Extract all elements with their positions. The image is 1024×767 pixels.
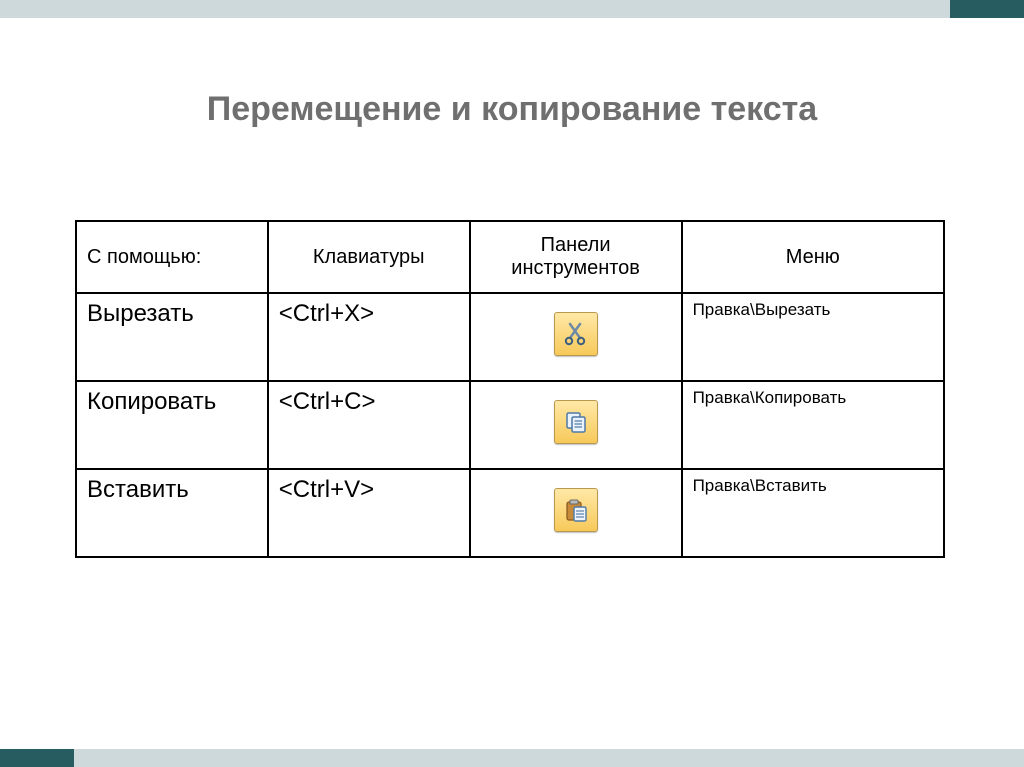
shortcuts-table: С помощью: Клавиатуры Панели инструменто… <box>75 220 945 558</box>
cut-icon <box>554 312 598 356</box>
table-row: Копировать <Ctrl+C> Правка\Копировать <box>76 381 944 469</box>
shortcut-label: <Ctrl+V> <box>268 469 470 557</box>
operation-label: Вырезать <box>76 293 268 381</box>
header-with: С помощью: <box>76 221 268 293</box>
shortcut-label: <Ctrl+X> <box>268 293 470 381</box>
toolbar-icon-cell <box>470 469 682 557</box>
paste-icon <box>554 488 598 532</box>
operation-label: Вставить <box>76 469 268 557</box>
menu-path-label: Правка\Копировать <box>682 381 944 469</box>
menu-path-label: Правка\Вырезать <box>682 293 944 381</box>
header-keyboard: Клавиатуры <box>268 221 470 293</box>
decorative-top-stripe <box>0 0 1024 18</box>
header-toolbar: Панели инструментов <box>470 221 682 293</box>
table-header-row: С помощью: Клавиатуры Панели инструменто… <box>76 221 944 293</box>
menu-path-label: Правка\Вставить <box>682 469 944 557</box>
shortcut-label: <Ctrl+C> <box>268 381 470 469</box>
decorative-bottom-stripe <box>0 749 1024 767</box>
table-row: Вырезать <Ctrl+X> Правка\Вырезать <box>76 293 944 381</box>
operation-label: Копировать <box>76 381 268 469</box>
copy-icon <box>554 400 598 444</box>
table-row: Вставить <Ctrl+V> Правка\Вставить <box>76 469 944 557</box>
toolbar-icon-cell <box>470 293 682 381</box>
header-menu: Меню <box>682 221 944 293</box>
slide-title: Перемещение и копирование текста <box>0 90 1024 129</box>
toolbar-icon-cell <box>470 381 682 469</box>
